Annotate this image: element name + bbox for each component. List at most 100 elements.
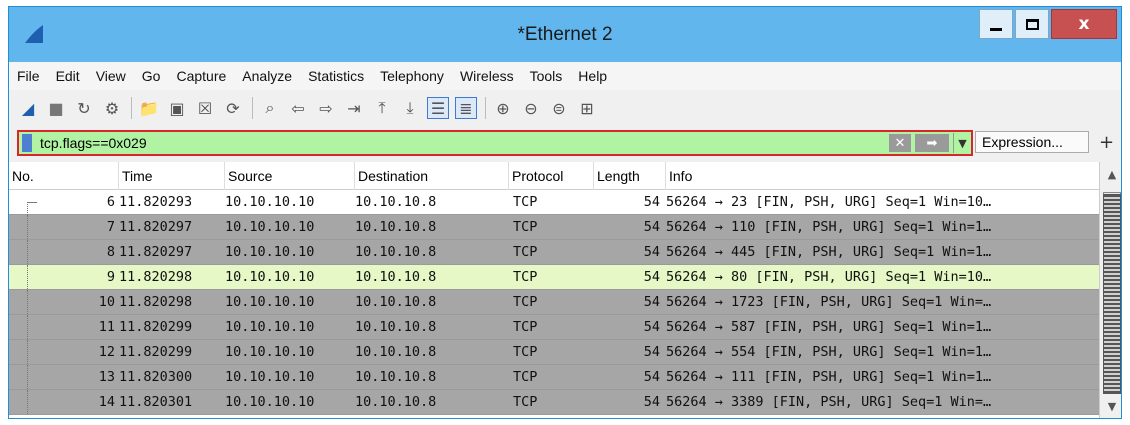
table-row[interactable]: 6 11.820293 10.10.10.10 10.10.10.8 TCP 54 5626… xyxy=(9,190,1099,215)
column-header-destination[interactable]: Destination xyxy=(355,162,509,190)
cell-time: 11.820300 xyxy=(119,369,193,385)
column-header-source[interactable]: Source xyxy=(225,162,355,190)
colorize-icon[interactable]: ≣ xyxy=(455,97,477,119)
cell-time: 11.820298 xyxy=(119,269,193,285)
title-bar[interactable]: *Ethernet 2 x xyxy=(9,7,1121,62)
cell-info: 56264 → 3389 [FIN, PSH, URG] Seq=1 Win=… xyxy=(666,394,992,410)
cell-src: 10.10.10.10 xyxy=(225,244,315,260)
add-filter-button[interactable]: + xyxy=(1099,132,1114,153)
table-row[interactable]: 13 11.820300 10.10.10.10 10.10.10.8 TCP 54 562… xyxy=(9,365,1099,390)
stop-icon[interactable]: ■ xyxy=(45,97,67,119)
table-row[interactable]: 8 11.820297 10.10.10.10 10.10.10.8 TCP 54 5626… xyxy=(9,240,1099,265)
cell-proto: TCP xyxy=(513,219,538,235)
cell-src: 10.10.10.10 xyxy=(225,344,315,360)
wireshark-window: *Ethernet 2 x File Edit View Go Capture Analy… xyxy=(8,6,1122,419)
menu-tools[interactable]: Tools xyxy=(530,68,563,84)
close-button[interactable]: x xyxy=(1051,9,1117,39)
column-header-length[interactable]: Length xyxy=(594,162,666,190)
table-row[interactable]: 7 11.820297 10.10.10.10 10.10.10.8 TCP 54 5626… xyxy=(9,215,1099,240)
find-icon[interactable]: ⌕ xyxy=(259,97,281,119)
scroll-up-icon[interactable]: ▲ xyxy=(1103,166,1121,184)
cell-dst: 10.10.10.8 xyxy=(355,269,437,285)
menu-wireless[interactable]: Wireless xyxy=(460,68,514,84)
close-icon: x xyxy=(1078,14,1090,34)
cell-info: 56264 → 23 [FIN, PSH, URG] Seq=1 Win=10… xyxy=(666,194,992,210)
cell-src: 10.10.10.10 xyxy=(225,294,315,310)
menu-help[interactable]: Help xyxy=(578,68,607,84)
filter-text[interactable]: tcp.flags==0x029 xyxy=(40,135,889,151)
menu-analyze[interactable]: Analyze xyxy=(242,68,292,84)
menu-go[interactable]: Go xyxy=(142,68,161,84)
go-to-packet-icon[interactable]: ⇥ xyxy=(343,97,365,119)
table-row[interactable]: 12 11.820299 10.10.10.10 10.10.10.8 TCP 54 562… xyxy=(9,340,1099,365)
resize-columns-icon[interactable]: ⊞ xyxy=(576,97,598,119)
zoom-in-icon[interactable]: ⊕ xyxy=(492,97,514,119)
cell-info: 56264 → 111 [FIN, PSH, URG] Seq=1 Win=1… xyxy=(666,369,992,385)
cell-len: 54 xyxy=(643,244,660,260)
cell-src: 10.10.10.10 xyxy=(225,269,315,285)
shark-fin-start-icon[interactable]: ◢ xyxy=(17,97,39,119)
table-row[interactable]: 10 11.820298 10.10.10.10 10.10.10.8 TCP 54 562… xyxy=(9,290,1099,315)
scroll-thumb[interactable] xyxy=(1103,194,1121,394)
column-header-protocol[interactable]: Protocol xyxy=(509,162,594,190)
cell-no: 13 xyxy=(98,369,115,385)
cell-no: 9 xyxy=(106,269,115,285)
column-header-time[interactable]: Time xyxy=(119,162,225,190)
maximize-icon xyxy=(1025,18,1039,30)
bookmark-icon[interactable] xyxy=(22,134,32,152)
clear-filter-icon[interactable]: ✕ xyxy=(889,134,911,152)
menu-view[interactable]: View xyxy=(96,68,126,84)
go-first-icon[interactable]: ⤒ xyxy=(371,97,393,119)
cell-len: 54 xyxy=(643,194,660,210)
display-filter-bar: tcp.flags==0x029 ✕ ➡ ▼ Expression... + xyxy=(9,126,1121,158)
cell-time: 11.820297 xyxy=(119,219,193,235)
cell-time: 11.820293 xyxy=(119,194,193,210)
cell-dst: 10.10.10.8 xyxy=(355,369,437,385)
main-toolbar: ◢ ■ ↻ ⚙ 📁 ▣ ☒ ⟳ ⌕ ⇦ ⇨ ⇥ ⤒ ⤓ ☰ ≣ ⊕ ⊖ ⊜ ⊞ xyxy=(9,90,1121,126)
display-filter-input[interactable]: tcp.flags==0x029 ✕ ➡ ▼ xyxy=(17,130,973,156)
options-icon[interactable]: ⚙ xyxy=(101,97,123,119)
menu-capture[interactable]: Capture xyxy=(176,68,226,84)
column-header-no[interactable]: No. xyxy=(9,162,119,190)
save-file-icon[interactable]: ▣ xyxy=(166,97,188,119)
filter-history-dropdown-icon[interactable]: ▼ xyxy=(953,133,971,153)
cell-no: 10 xyxy=(98,294,115,310)
go-back-icon[interactable]: ⇦ xyxy=(287,97,309,119)
menu-statistics[interactable]: Statistics xyxy=(308,68,364,84)
cell-info: 56264 → 80 [FIN, PSH, URG] Seq=1 Win=10… xyxy=(666,269,992,285)
toolbar-separator xyxy=(252,97,253,119)
cell-len: 54 xyxy=(643,344,660,360)
expression-button[interactable]: Expression... xyxy=(975,131,1089,153)
go-forward-icon[interactable]: ⇨ xyxy=(315,97,337,119)
table-row[interactable]: 11 11.820299 10.10.10.10 10.10.10.8 TCP 54 562… xyxy=(9,315,1099,340)
zoom-out-icon[interactable]: ⊖ xyxy=(520,97,542,119)
cell-proto: TCP xyxy=(513,194,538,210)
scroll-down-icon[interactable]: ▼ xyxy=(1103,398,1121,416)
menu-edit[interactable]: Edit xyxy=(56,68,80,84)
table-row[interactable]: 14 11.820301 10.10.10.10 10.10.10.8 TCP 54 562… xyxy=(9,390,1099,415)
cell-len: 54 xyxy=(643,294,660,310)
table-row-selected[interactable]: 9 11.820298 10.10.10.10 10.10.10.8 TCP 54 5626… xyxy=(9,265,1099,290)
cell-src: 10.10.10.10 xyxy=(225,394,315,410)
column-header-info[interactable]: Info xyxy=(666,162,1099,190)
restart-icon[interactable]: ↻ xyxy=(73,97,95,119)
packet-rows: 6 11.820293 10.10.10.10 10.10.10.8 TCP 54 5626… xyxy=(9,190,1099,415)
menu-telephony[interactable]: Telephony xyxy=(380,68,444,84)
packet-list-scrollbar[interactable]: ▲ ▼ xyxy=(1099,162,1121,418)
open-file-icon[interactable]: 📁 xyxy=(138,97,160,119)
close-file-icon[interactable]: ☒ xyxy=(194,97,216,119)
go-last-icon[interactable]: ⤓ xyxy=(399,97,421,119)
cell-info: 56264 → 554 [FIN, PSH, URG] Seq=1 Win=1… xyxy=(666,344,992,360)
cell-no: 14 xyxy=(98,394,115,410)
maximize-button[interactable] xyxy=(1015,9,1049,39)
reload-icon[interactable]: ⟳ xyxy=(222,97,244,119)
window-title: *Ethernet 2 xyxy=(517,24,613,45)
zoom-normal-icon[interactable]: ⊜ xyxy=(548,97,570,119)
minimize-button[interactable] xyxy=(979,9,1013,39)
cell-dst: 10.10.10.8 xyxy=(355,394,437,410)
cell-time: 11.820299 xyxy=(119,344,193,360)
apply-filter-icon[interactable]: ➡ xyxy=(915,134,949,152)
cell-len: 54 xyxy=(643,369,660,385)
autoscroll-icon[interactable]: ☰ xyxy=(427,97,449,119)
menu-file[interactable]: File xyxy=(17,68,40,84)
